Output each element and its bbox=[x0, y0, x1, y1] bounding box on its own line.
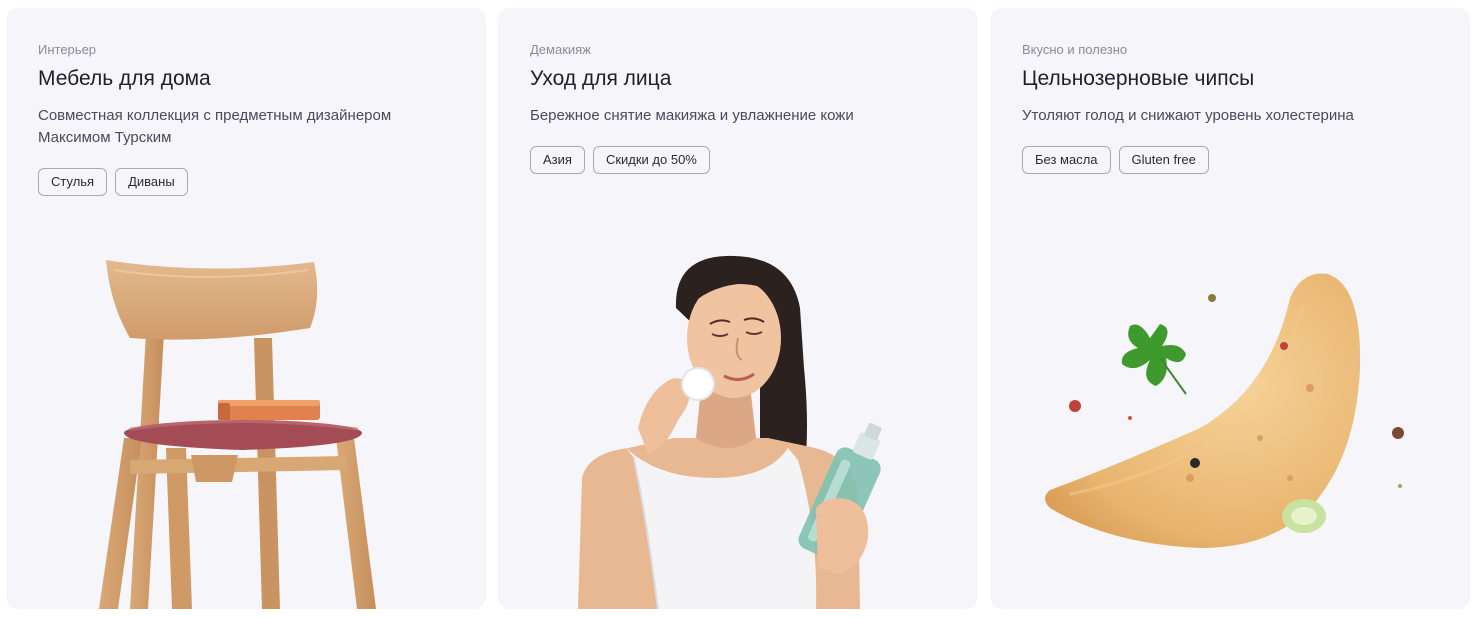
tag-gluten-free[interactable]: Gluten free bbox=[1118, 146, 1209, 174]
card-description: Совместная коллекция с предметным дизайн… bbox=[38, 107, 392, 146]
card-title[interactable]: Уход для лица bbox=[530, 67, 671, 91]
chip-image bbox=[1045, 273, 1404, 548]
woman-image bbox=[578, 255, 882, 609]
tag-asia[interactable]: Азия bbox=[530, 146, 585, 174]
card-tags: Азия Скидки до 50% bbox=[530, 146, 710, 174]
promo-card-furniture[interactable]: Интерьер Мебель для дома Совместная колл… bbox=[6, 8, 486, 609]
card-kicker: Интерьер bbox=[38, 42, 97, 57]
promo-card-face-care[interactable]: Демакияж Уход для лица Бережное снятие м… bbox=[498, 8, 978, 609]
card-tags: Стулья Диваны bbox=[38, 168, 188, 196]
tag-sofas[interactable]: Диваны bbox=[115, 168, 188, 196]
tag-no-oil[interactable]: Без масла bbox=[1022, 146, 1111, 174]
card-kicker: Демакияж bbox=[530, 42, 591, 57]
chair-image bbox=[99, 260, 376, 609]
promo-card-chips[interactable]: Вкусно и полезно Цельнозерновые чипсы Ут… bbox=[990, 8, 1470, 609]
card-tags: Без масла Gluten free bbox=[1022, 146, 1209, 174]
card-description: Бережное снятие макияжа и увлажнение кож… bbox=[530, 107, 854, 124]
tag-discounts[interactable]: Скидки до 50% bbox=[592, 146, 710, 174]
card-title[interactable]: Мебель для дома bbox=[38, 67, 211, 91]
card-description: Утоляют голод и снижают уровень холестер… bbox=[1022, 107, 1354, 124]
card-title[interactable]: Цельнозерновые чипсы bbox=[1022, 67, 1254, 91]
card-kicker: Вкусно и полезно bbox=[1022, 42, 1128, 57]
promo-cards: Интерьер Мебель для дома Совместная колл… bbox=[0, 0, 1476, 617]
tag-chairs[interactable]: Стулья bbox=[38, 168, 108, 196]
